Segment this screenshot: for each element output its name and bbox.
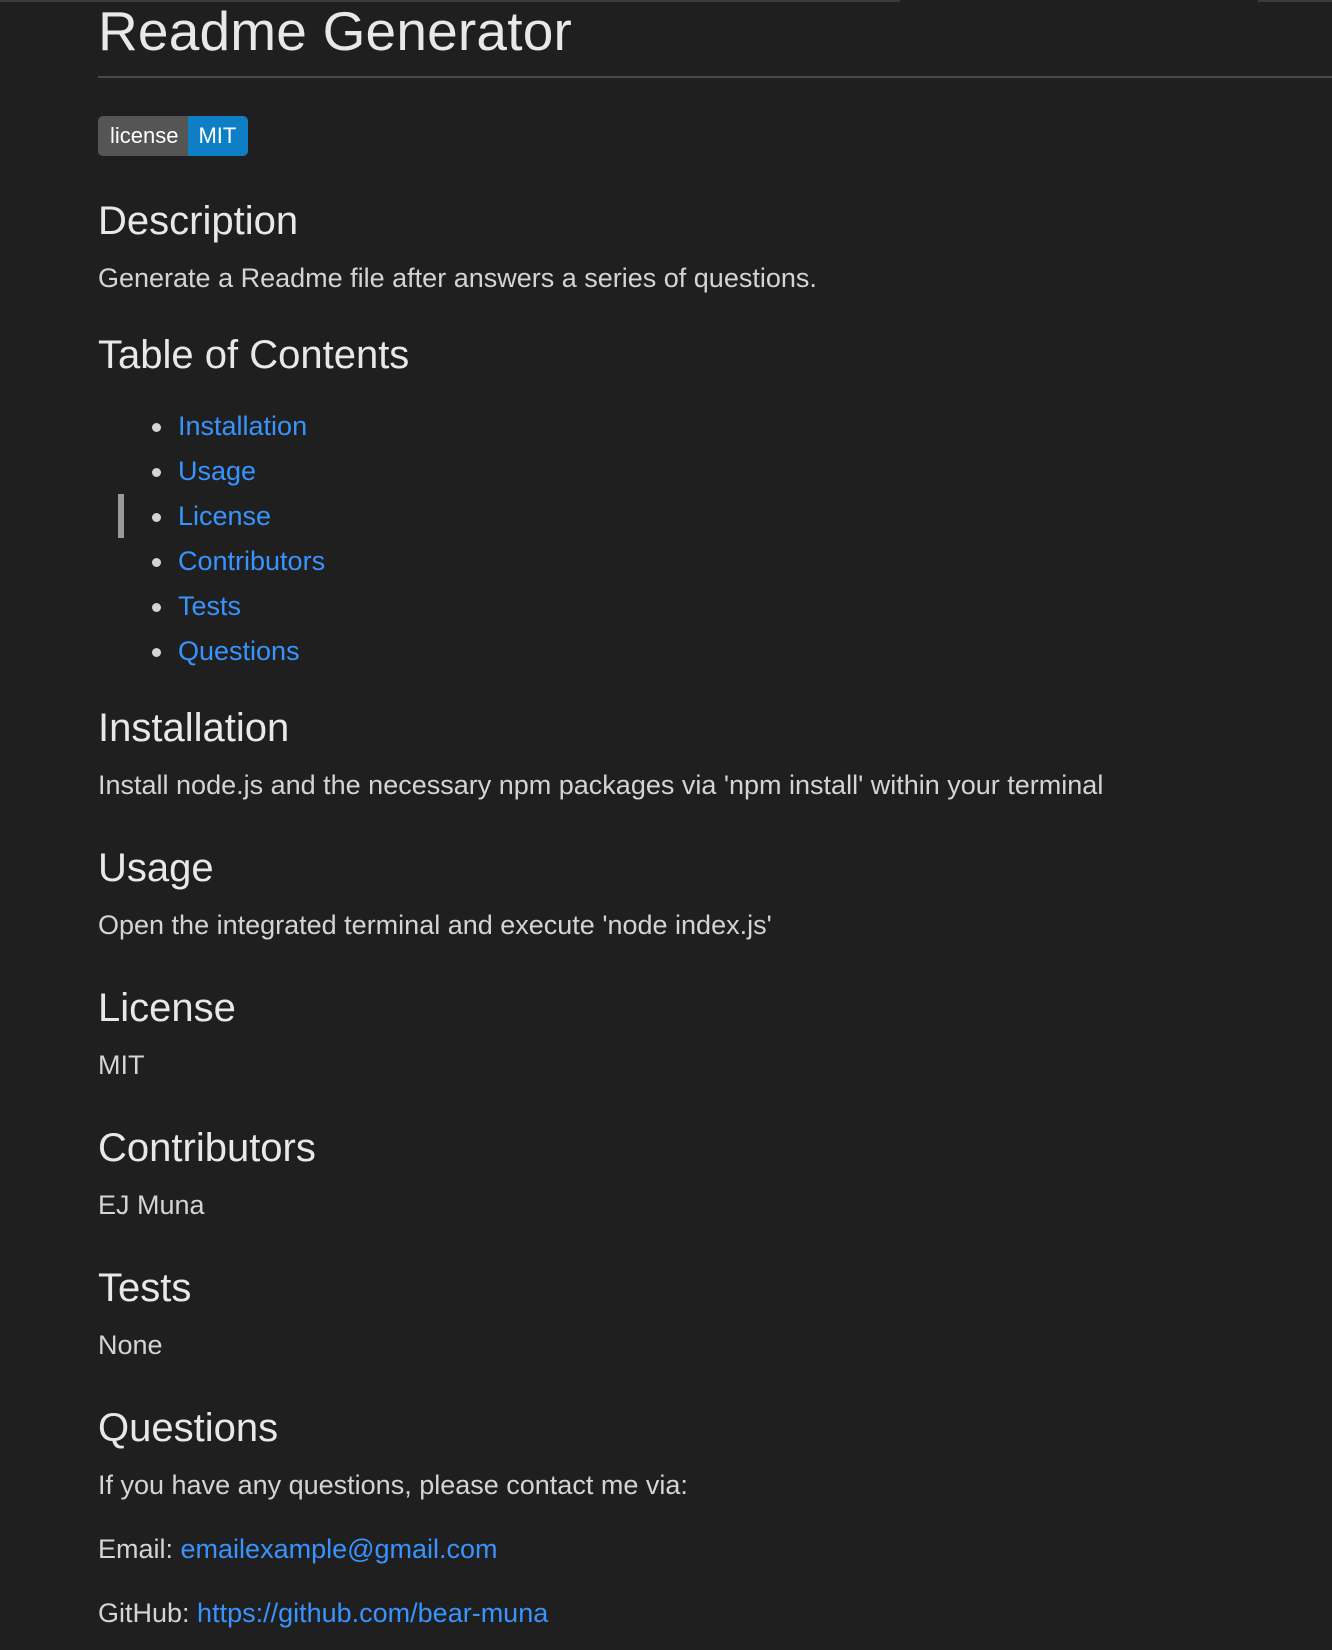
github-link[interactable]: https://github.com/bear-muna: [197, 1598, 548, 1628]
bullet-icon: [152, 558, 161, 567]
toc-list: Installation Usage License Contributors …: [98, 404, 325, 674]
license-badge[interactable]: license MIT: [98, 116, 249, 156]
license-heading: License: [98, 986, 236, 1030]
toc-link-questions[interactable]: Questions: [178, 636, 300, 666]
badge-label: license: [98, 116, 189, 156]
bullet-icon: [152, 513, 161, 522]
toc-item-installation: Installation: [98, 404, 325, 449]
bullet-icon: [152, 648, 161, 657]
description-text: Generate a Readme file after answers a s…: [98, 263, 817, 293]
questions-intro: If you have any questions, please contac…: [98, 1470, 688, 1500]
questions-section: Questions If you have any questions, ple…: [98, 1403, 688, 1631]
toc-link-installation[interactable]: Installation: [178, 411, 307, 441]
title-divider: [98, 76, 1332, 78]
toc-item-tests: Tests: [98, 584, 325, 629]
email-line: Email: emailexample@gmail.com: [98, 1531, 688, 1567]
toc-item-license: License: [98, 494, 325, 539]
tests-section: Tests None: [98, 1263, 191, 1363]
installation-section: Installation Install node.js and the nec…: [98, 703, 1103, 803]
page-title: Readme Generator: [98, 0, 573, 62]
description-heading: Description: [98, 199, 299, 243]
contributors-section: Contributors EJ Muna: [98, 1123, 316, 1223]
usage-heading: Usage: [98, 846, 214, 890]
license-text: MIT: [98, 1050, 145, 1080]
installation-text: Install node.js and the necessary npm pa…: [98, 770, 1104, 800]
toc-link-contributors[interactable]: Contributors: [178, 546, 325, 576]
badge-value: MIT: [188, 116, 249, 156]
toc-item-questions: Questions: [98, 629, 325, 674]
installation-heading: Installation: [98, 706, 290, 750]
email-label: Email:: [98, 1534, 181, 1564]
bullet-icon: [152, 423, 161, 432]
license-section: License MIT: [98, 983, 236, 1083]
questions-heading: Questions: [98, 1406, 279, 1450]
contributors-text: EJ Muna: [98, 1190, 205, 1220]
toc-link-license[interactable]: License: [178, 501, 271, 531]
toc-heading: Table of Contents: [98, 333, 410, 377]
toc-link-usage[interactable]: Usage: [178, 456, 256, 486]
description-section: Description Generate a Readme file after…: [98, 196, 817, 296]
tests-heading: Tests: [98, 1266, 192, 1310]
usage-text: Open the integrated terminal and execute…: [98, 910, 772, 940]
contributors-heading: Contributors: [98, 1126, 316, 1170]
bullet-icon: [152, 603, 161, 612]
github-label: GitHub:: [98, 1598, 198, 1628]
tests-text: None: [98, 1330, 163, 1360]
github-line: GitHub: https://github.com/bear-muna: [98, 1595, 688, 1631]
bullet-icon: [152, 468, 161, 477]
toc-item-contributors: Contributors: [98, 539, 325, 584]
email-link[interactable]: emailexample@gmail.com: [181, 1534, 498, 1564]
usage-section: Usage Open the integrated terminal and e…: [98, 843, 772, 943]
toc-link-tests[interactable]: Tests: [178, 591, 241, 621]
toc-section: Table of Contents: [98, 330, 409, 380]
markdown-preview: Readme Generator license MIT Description…: [98, 0, 1332, 1628]
toc-item-usage: Usage: [98, 449, 325, 494]
